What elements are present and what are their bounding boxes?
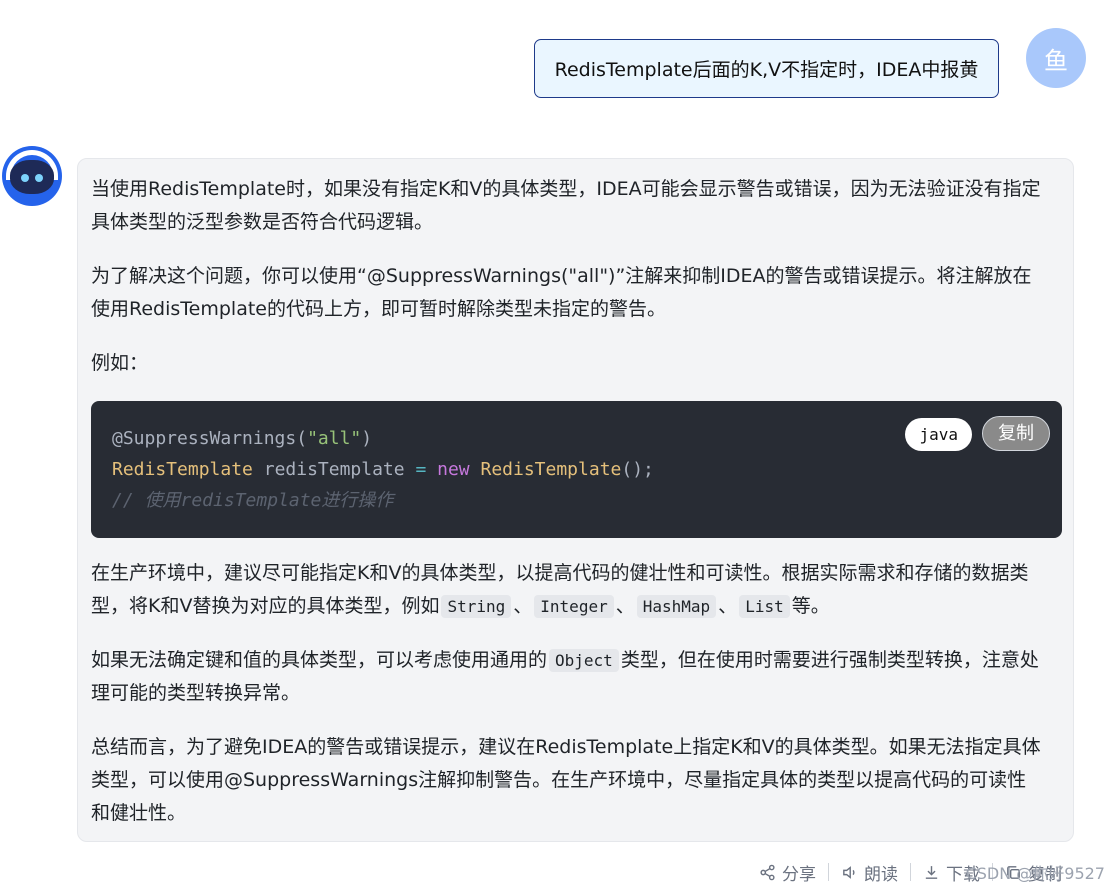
code-call: (); — [621, 459, 654, 480]
paragraph-1: 当使用RedisTemplate时，如果没有指定K和V的具体类型，IDEA可能会… — [91, 178, 1041, 233]
assistant-avatar-eye-left — [21, 174, 29, 182]
code-language-badge: java — [905, 418, 972, 451]
code-annotation: @SuppressWarnings( — [112, 428, 308, 449]
paragraph-5: 如果无法确定键和值的具体类型，可以考虑使用通用的 Object 类型，但在使用时需要… — [91, 644, 1043, 710]
paragraph-3: 例如： — [91, 352, 149, 374]
speaker-icon — [843, 865, 855, 879]
code-line-2: RedisTemplate redisTemplate = new RedisT… — [112, 454, 1062, 485]
code-operator: = — [415, 459, 427, 480]
separator: 、 — [615, 595, 635, 617]
paragraph-2: 为了解决这个问题，你可以使用“@SuppressWarnings("all")”… — [91, 265, 1032, 320]
user-avatar-text: 鱼 — [1044, 46, 1068, 75]
user-message-text: RedisTemplate后面的K,V不指定时，IDEA中报黄 — [554, 59, 979, 81]
code-paren: ) — [361, 428, 373, 449]
code-keyword: new — [426, 459, 481, 480]
download-icon — [925, 865, 938, 879]
separator: 、 — [513, 595, 533, 617]
paragraph-6: 总结而言，为了避免IDEA的警告或错误提示，建议在RedisTemplate上指… — [91, 736, 1041, 824]
code-variable: redisTemplate — [252, 459, 416, 480]
paragraph-4-end: 等。 — [791, 595, 830, 617]
paragraph-5-text: 如果无法确定键和值的具体类型，可以考虑使用通用的 — [91, 649, 548, 671]
assistant-avatar — [2, 146, 62, 206]
code-block: java 复制 @SuppressWarnings("all") RedisTe… — [91, 401, 1062, 538]
assistant-message-card: 当使用RedisTemplate时，如果没有指定K和V的具体类型，IDEA可能会… — [77, 158, 1074, 842]
read-aloud-button[interactable]: 朗读 — [841, 860, 898, 885]
inline-code: Integer — [534, 595, 614, 618]
inline-code: String — [441, 595, 512, 618]
share-label: 分享 — [782, 864, 816, 885]
separator: 、 — [718, 595, 738, 617]
inline-code: Object — [549, 649, 619, 672]
read-aloud-label: 朗读 — [864, 864, 898, 885]
share-button[interactable]: 分享 — [759, 860, 816, 885]
code-type-2: RedisTemplate — [480, 459, 622, 480]
share-icon — [760, 864, 775, 880]
code-type: RedisTemplate — [112, 459, 253, 480]
assistant-avatar-face — [10, 160, 54, 194]
copy-code-button[interactable]: 复制 — [982, 416, 1050, 451]
inline-code: HashMap — [636, 595, 717, 618]
divider — [828, 863, 829, 881]
watermark: CSDN @你好9527 — [965, 864, 1105, 883]
inline-code: List — [739, 595, 790, 618]
user-avatar[interactable]: 鱼 — [1026, 28, 1086, 88]
code-string: "all" — [307, 428, 362, 449]
divider — [910, 863, 911, 881]
user-message-bubble: RedisTemplate后面的K,V不指定时，IDEA中报黄 — [534, 39, 999, 98]
code-line-3: // 使用redisTemplate进行操作 — [112, 490, 394, 511]
paragraph-4: 在生产环境中，建议尽可能指定K和V的具体类型，以提高代码的健壮性和可读性。根据实… — [91, 557, 1043, 623]
assistant-avatar-eye-right — [35, 174, 43, 182]
